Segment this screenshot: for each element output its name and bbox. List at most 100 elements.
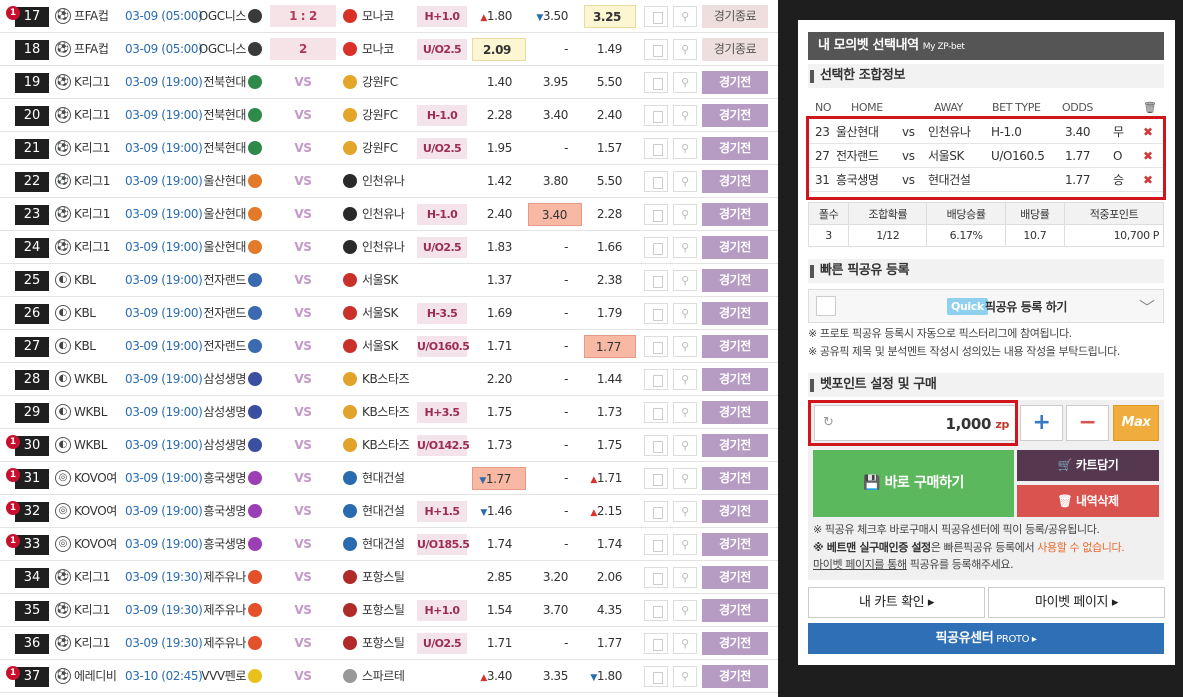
buy-now-button[interactable]: 💾 바로 구매하기 (813, 450, 1014, 517)
status-button[interactable]: 경기전 (702, 434, 768, 457)
odds-draw[interactable]: - (528, 363, 582, 395)
odds-home[interactable]: 1.75 (472, 396, 526, 428)
location-pin-icon[interactable]: ⚲ (673, 633, 697, 654)
status-button[interactable]: 경기전 (702, 269, 768, 292)
odds-draw[interactable]: 3.70 (528, 594, 582, 626)
location-pin-icon[interactable]: ⚲ (673, 468, 697, 489)
cart-check-button[interactable]: 내 카트 확인 ▸ (808, 587, 985, 618)
document-icon[interactable] (644, 171, 668, 192)
odds-home[interactable]: ▼1.77 (472, 467, 526, 490)
odds-draw[interactable]: - (528, 132, 582, 164)
status-button[interactable]: 경기전 (702, 137, 768, 160)
odds-draw[interactable]: - (528, 627, 582, 659)
document-icon[interactable] (644, 468, 668, 489)
location-pin-icon[interactable]: ⚲ (673, 270, 697, 291)
document-icon[interactable] (644, 138, 668, 159)
location-pin-icon[interactable]: ⚲ (673, 6, 697, 27)
odds-home[interactable]: 2.28 (472, 99, 526, 131)
odds-home[interactable]: 1.73 (472, 429, 526, 461)
location-pin-icon[interactable]: ⚲ (673, 303, 697, 324)
location-pin-icon[interactable]: ⚲ (673, 39, 697, 60)
status-button[interactable]: 경기전 (702, 566, 768, 589)
odds-draw[interactable]: 3.95 (528, 66, 582, 98)
status-button[interactable]: 경기전 (702, 533, 768, 556)
location-pin-icon[interactable]: ⚲ (673, 666, 697, 687)
status-button[interactable]: 경기전 (702, 665, 768, 688)
trash-icon[interactable]: 🗑 (1143, 100, 1157, 116)
location-pin-icon[interactable]: ⚲ (673, 435, 697, 456)
document-icon[interactable] (644, 633, 668, 654)
status-button[interactable]: 경기전 (702, 71, 768, 94)
odds-home[interactable]: 1.71 (472, 627, 526, 659)
odds-draw[interactable]: ▼3.50 (528, 0, 582, 32)
odds-draw[interactable]: - (528, 33, 582, 65)
odds-away[interactable]: 1.44 (584, 363, 636, 395)
status-button[interactable]: 경기전 (702, 236, 768, 259)
odds-draw[interactable]: - (528, 396, 582, 428)
odds-home[interactable]: 2.09 (472, 38, 526, 61)
odds-home[interactable]: 2.40 (472, 198, 526, 230)
document-icon[interactable] (644, 369, 668, 390)
delete-history-button[interactable]: 🗑 내역삭제 (1017, 485, 1159, 517)
odds-home[interactable]: 2.85 (472, 561, 526, 593)
odds-draw[interactable]: - (528, 528, 582, 560)
odds-draw[interactable]: 3.40 (528, 99, 582, 131)
document-icon[interactable] (644, 270, 668, 291)
document-icon[interactable] (644, 105, 668, 126)
odds-home[interactable]: ▼1.46 (472, 495, 526, 527)
alert-badge[interactable]: 1 (6, 435, 20, 449)
status-button[interactable]: 경기전 (702, 368, 768, 391)
document-icon[interactable] (644, 600, 668, 621)
document-icon[interactable] (644, 567, 668, 588)
location-pin-icon[interactable]: ⚲ (673, 369, 697, 390)
location-pin-icon[interactable]: ⚲ (673, 567, 697, 588)
odds-home[interactable]: ▲1.80 (472, 0, 526, 32)
odds-away[interactable]: 4.35 (584, 594, 636, 626)
status-button[interactable]: 경기종료 (702, 38, 768, 61)
odds-home[interactable]: 1.42 (472, 165, 526, 197)
odds-away[interactable]: ▲2.15 (584, 495, 636, 527)
status-button[interactable]: 경기전 (702, 500, 768, 523)
status-button[interactable]: 경기전 (702, 170, 768, 193)
document-icon[interactable] (644, 501, 668, 522)
alert-badge[interactable]: 1 (6, 468, 20, 482)
odds-home[interactable]: 1.37 (472, 264, 526, 296)
odds-home[interactable]: 1.54 (472, 594, 526, 626)
alert-badge[interactable]: 1 (6, 501, 20, 515)
location-pin-icon[interactable]: ⚲ (673, 600, 697, 621)
odds-draw[interactable]: - (528, 231, 582, 263)
odds-draw[interactable]: - (528, 462, 582, 494)
odds-away[interactable]: 5.50 (584, 66, 636, 98)
status-button[interactable]: 경기전 (702, 104, 768, 127)
minus-button[interactable]: − (1066, 405, 1109, 441)
quick-share-checkbox[interactable] (816, 296, 836, 316)
mybet-page-button[interactable]: 마이벳 페이지 ▸ (988, 587, 1165, 618)
pick-center-button[interactable]: 픽공유센터 PROTO ▸ (808, 623, 1164, 654)
odds-home[interactable]: ▲3.40 (472, 660, 526, 692)
odds-away[interactable]: 1.66 (584, 231, 636, 263)
document-icon[interactable] (644, 237, 668, 258)
chevron-down-icon[interactable]: ﹀ (1139, 294, 1155, 318)
odds-away[interactable]: 3.25 (584, 5, 636, 28)
status-button[interactable]: 경기전 (702, 302, 768, 325)
document-icon[interactable] (644, 435, 668, 456)
plus-button[interactable]: + (1020, 405, 1063, 441)
odds-draw[interactable]: 3.80 (528, 165, 582, 197)
odds-away[interactable]: 1.57 (584, 132, 636, 164)
odds-away[interactable]: 1.74 (584, 528, 636, 560)
location-pin-icon[interactable]: ⚲ (673, 402, 697, 423)
odds-away[interactable]: 1.75 (584, 429, 636, 461)
status-button[interactable]: 경기전 (702, 599, 768, 622)
document-icon[interactable] (644, 534, 668, 555)
odds-draw[interactable]: - (528, 495, 582, 527)
odds-away[interactable]: 1.49 (584, 33, 636, 65)
odds-draw[interactable]: 3.20 (528, 561, 582, 593)
odds-home[interactable]: 1.83 (472, 231, 526, 263)
location-pin-icon[interactable]: ⚲ (673, 204, 697, 225)
odds-home[interactable]: 1.71 (472, 330, 526, 362)
odds-home[interactable]: 1.40 (472, 66, 526, 98)
location-pin-icon[interactable]: ⚲ (673, 72, 697, 93)
status-button[interactable]: 경기전 (702, 467, 768, 490)
document-icon[interactable] (644, 72, 668, 93)
odds-away[interactable]: 2.40 (584, 99, 636, 131)
